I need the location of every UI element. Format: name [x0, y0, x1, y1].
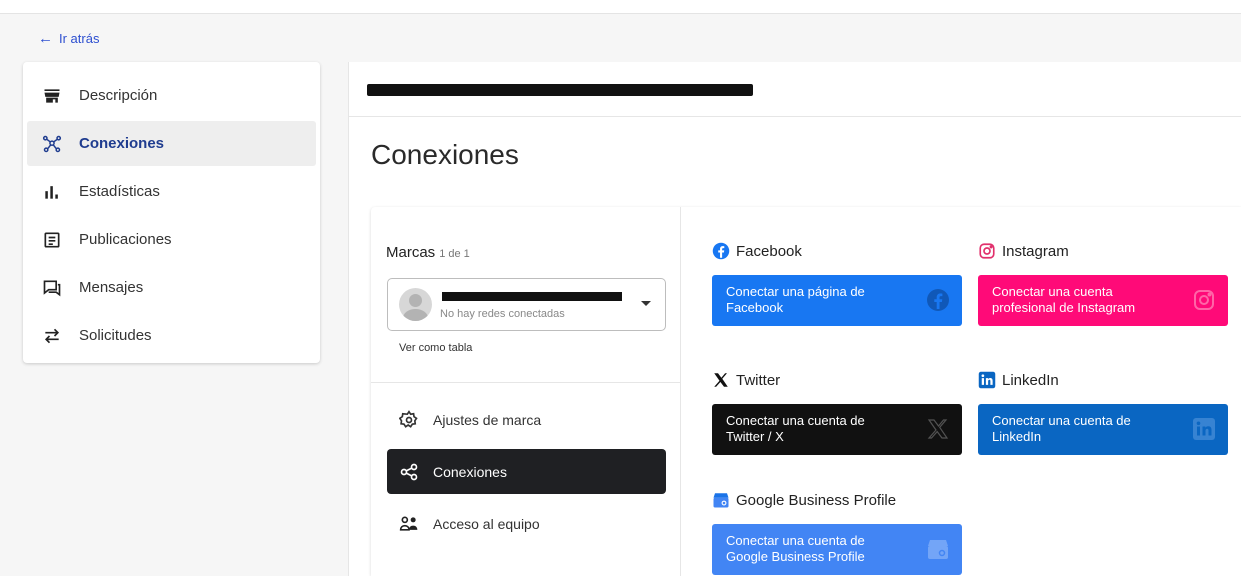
google-business-heading: Google Business Profile — [712, 490, 962, 510]
brands-heading: Marcas 1 de 1 — [386, 244, 470, 261]
sidebar-item-label: Solicitudes — [79, 327, 152, 344]
linkedin-heading: LinkedIn — [978, 370, 1228, 390]
linkedin-icon — [1193, 418, 1215, 440]
x-logo-icon — [927, 419, 949, 439]
facebook-icon — [927, 289, 949, 311]
sidebar-item-mensajes[interactable]: Mensajes — [27, 265, 316, 310]
connect-google-business-label: Conectar una cuenta de Google Business P… — [726, 533, 865, 564]
chat-icon — [41, 277, 63, 299]
main-content: Conexiones Marcas 1 de 1 No hay redes con… — [348, 62, 1241, 576]
sidebar: Descripción Conexiones Estadísticas Publ… — [23, 62, 320, 363]
divider — [371, 382, 681, 383]
sidebar-item-label: Publicaciones — [79, 231, 172, 248]
arrow-left-icon: ← — [38, 30, 53, 47]
brand-column: Marcas 1 de 1 No hay redes conectadas Ver… — [371, 207, 681, 576]
connect-instagram-button[interactable]: Conectar una cuenta profesional de Insta… — [978, 275, 1228, 326]
connect-twitter-button[interactable]: Conectar una cuenta de Twitter / X — [712, 404, 962, 455]
connect-linkedin-label: Conectar una cuenta de LinkedIn — [992, 413, 1131, 444]
back-label: Ir atrás — [59, 31, 100, 46]
facebook-heading: Facebook — [712, 241, 962, 261]
x-logo-icon — [712, 371, 730, 389]
facebook-label: Facebook — [736, 242, 802, 260]
page-title: Conexiones — [371, 139, 519, 170]
brand-select[interactable]: No hay redes conectadas — [387, 278, 666, 331]
instagram-label: Instagram — [1002, 242, 1069, 260]
storefront-icon — [41, 85, 63, 107]
connect-google-business-button[interactable]: Conectar una cuenta de Google Business P… — [712, 524, 962, 575]
avatar — [399, 288, 432, 321]
menu-item-label: Acceso al equipo — [433, 515, 540, 532]
twitter-label: Twitter — [736, 371, 781, 389]
menu-item-label: Conexiones — [433, 463, 507, 480]
linkedin-icon — [978, 371, 996, 389]
facebook-section: Facebook Conectar una página de Facebook — [712, 241, 962, 326]
connect-instagram-label: Conectar una cuenta profesional de Insta… — [992, 284, 1136, 315]
sidebar-item-conexiones[interactable]: Conexiones — [27, 121, 316, 166]
sidebar-item-estadisticas[interactable]: Estadísticas — [27, 169, 316, 214]
google-business-section: Google Business Profile Conectar una cue… — [712, 490, 962, 575]
team-icon — [399, 514, 419, 534]
sidebar-item-label: Mensajes — [79, 279, 144, 296]
google-business-label: Google Business Profile — [736, 491, 897, 509]
brands-count: 1 de 1 — [439, 248, 470, 260]
connect-facebook-button[interactable]: Conectar una página de Facebook — [712, 275, 962, 326]
bar-chart-icon — [41, 181, 63, 203]
article-icon — [41, 229, 63, 251]
facebook-icon — [712, 242, 730, 260]
brand-header — [349, 62, 1241, 117]
linkedin-label: LinkedIn — [1002, 371, 1059, 389]
connect-twitter-label: Conectar una cuenta de Twitter / X — [726, 413, 865, 444]
connections-card: Marcas 1 de 1 No hay redes conectadas Ver… — [371, 207, 1241, 576]
redacted-brand-name — [367, 84, 753, 96]
google-business-icon — [928, 540, 948, 559]
brand-settings-item[interactable]: Ajustes de marca — [387, 397, 666, 442]
menu-item-label: Ajustes de marca — [433, 411, 542, 428]
share-icon — [399, 462, 419, 482]
instagram-icon — [1194, 290, 1214, 310]
brand-networks-status: No hay redes conectadas — [440, 308, 565, 320]
instagram-icon — [978, 242, 996, 260]
connect-facebook-label: Conectar una página de Facebook — [726, 284, 865, 315]
back-link[interactable]: ← Ir atrás — [38, 30, 99, 47]
brand-connections-item[interactable]: Conexiones — [387, 449, 666, 494]
network-icon — [41, 133, 63, 155]
connections-panel: Marcas 1 de 1 No hay redes conectadas Ver… — [371, 207, 1241, 576]
sidebar-item-descripcion[interactable]: Descripción — [27, 73, 316, 118]
sidebar-item-publicaciones[interactable]: Publicaciones — [27, 217, 316, 262]
sidebar-item-solicitudes[interactable]: Solicitudes — [27, 313, 316, 358]
instagram-section: Instagram Conectar una cuenta profesiona… — [978, 241, 1228, 326]
brands-title: Marcas — [386, 244, 436, 261]
team-access-item[interactable]: Acceso al equipo — [387, 501, 666, 546]
top-bar — [0, 0, 1241, 14]
twitter-heading: Twitter — [712, 370, 962, 390]
sidebar-item-label: Estadísticas — [79, 183, 160, 200]
twitter-section: Twitter Conectar una cuenta de Twitter /… — [712, 370, 962, 455]
sidebar-item-label: Conexiones — [79, 135, 165, 152]
instagram-heading: Instagram — [978, 241, 1228, 261]
google-business-icon — [712, 491, 730, 509]
swap-icon — [41, 325, 63, 347]
redacted-brand-selection — [442, 292, 622, 301]
sidebar-item-label: Descripción — [79, 87, 158, 104]
chevron-down-icon — [641, 301, 651, 306]
view-as-table-link[interactable]: Ver como tabla — [399, 342, 472, 354]
connect-linkedin-button[interactable]: Conectar una cuenta de LinkedIn — [978, 404, 1228, 455]
linkedin-section: LinkedIn Conectar una cuenta de LinkedIn — [978, 370, 1228, 455]
gear-icon — [399, 409, 419, 430]
